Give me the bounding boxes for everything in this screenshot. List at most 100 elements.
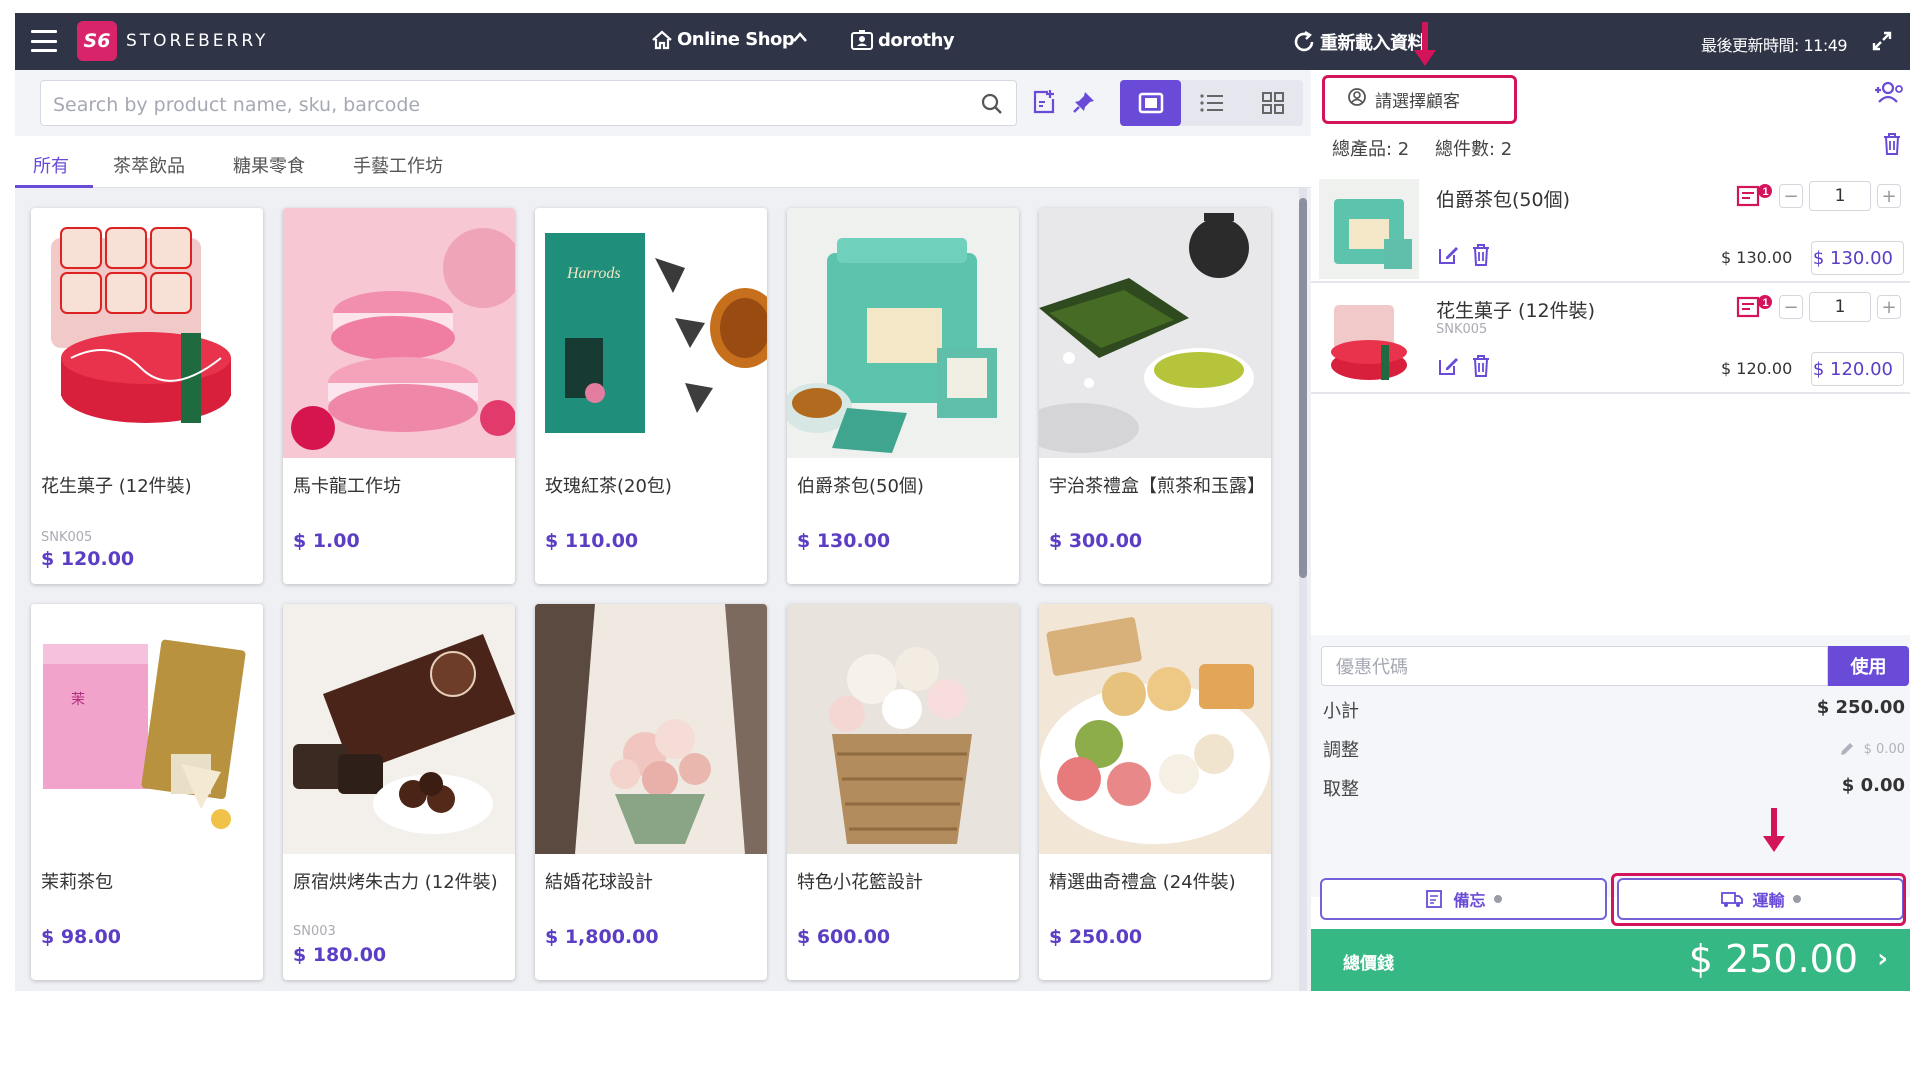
- product-name: 玫瑰紅茶(20包): [545, 476, 672, 497]
- cart-item-total-field[interactable]: $ 130.00: [1811, 241, 1904, 275]
- product-scrollbar[interactable]: [1299, 188, 1307, 991]
- down-arrow-icon: [1763, 808, 1785, 852]
- shop-name: Online Shop: [677, 29, 795, 50]
- add-note-icon[interactable]: [1026, 84, 1062, 120]
- search-input[interactable]: Search by product name, sku, barcode: [40, 80, 1017, 126]
- product-card[interactable]: 茉 茉莉茶包 $ 98.00: [31, 604, 263, 980]
- tab-all[interactable]: 所有: [33, 152, 69, 178]
- menu-icon[interactable]: [31, 30, 57, 52]
- product-card[interactable]: Harrods 玫瑰紅茶(20包) $ 110.00: [535, 208, 767, 584]
- product-price: $ 1,800.00: [545, 926, 659, 948]
- search-row: Search by product name, sku, barcode: [15, 70, 1311, 136]
- tab-snacks[interactable]: 糖果零食: [233, 152, 305, 178]
- clear-cart-icon[interactable]: [1881, 132, 1903, 160]
- product-image: [283, 208, 515, 458]
- adjust-value-group[interactable]: $ 0.00: [1838, 736, 1905, 762]
- reload-button[interactable]: 重新載入資料: [1292, 29, 1426, 55]
- list-view-button[interactable]: [1181, 80, 1242, 126]
- down-arrow-icon: [1414, 22, 1436, 66]
- delete-icon[interactable]: [1470, 354, 1492, 382]
- user-badge-icon: [850, 29, 874, 51]
- search-icon[interactable]: [980, 92, 1004, 120]
- tab-tea[interactable]: 茶萃飲品: [113, 152, 185, 178]
- apply-coupon-button[interactable]: 使用: [1828, 646, 1909, 686]
- pin-icon[interactable]: [1066, 84, 1102, 120]
- user-name: dorothy: [878, 29, 955, 51]
- product-image: [283, 604, 515, 854]
- product-card[interactable]: 精選曲奇禮盒 (24件裝) $ 250.00: [1039, 604, 1271, 980]
- product-card[interactable]: 特色小花籃設計 $ 600.00: [787, 604, 1019, 980]
- product-card[interactable]: 宇治茶禮盒【煎茶和玉露】 $ 300.00: [1039, 208, 1271, 584]
- quantity-stepper: − 1 +: [1779, 181, 1901, 211]
- scrollbar-thumb[interactable]: [1299, 198, 1307, 578]
- cart-item-actions: [1436, 354, 1492, 382]
- discount-tag-icon[interactable]: 1: [1736, 183, 1774, 213]
- user-selector[interactable]: dorothy: [850, 29, 955, 51]
- memo-label: 備忘: [1453, 891, 1486, 910]
- chevron-up-icon[interactable]: [792, 31, 808, 43]
- rounding-label: 取整: [1323, 779, 1359, 800]
- increase-qty-button[interactable]: +: [1877, 184, 1901, 208]
- cart-item-image: [1319, 179, 1419, 279]
- product-name: 結婚花球設計: [545, 872, 653, 893]
- product-image: [535, 604, 767, 854]
- decrease-qty-button[interactable]: −: [1779, 295, 1803, 319]
- product-card[interactable]: 花生菓子 (12件裝) SNK005 $ 120.00: [31, 208, 263, 584]
- product-name: 原宿烘烤朱古力 (12件裝): [293, 872, 498, 893]
- select-customer-button[interactable]: 請選擇顧客: [1322, 75, 1517, 124]
- cart-item-total-field[interactable]: $ 120.00: [1811, 352, 1904, 386]
- product-sku: SNK005: [41, 530, 93, 545]
- grid-view-button[interactable]: [1242, 80, 1303, 126]
- customer-label: 請選擇顧客: [1375, 92, 1460, 112]
- edit-icon[interactable]: [1436, 354, 1460, 382]
- memo-button[interactable]: 備忘: [1320, 878, 1607, 920]
- brand-name: STOREBERRY: [126, 31, 269, 51]
- decrease-qty-button[interactable]: −: [1779, 184, 1803, 208]
- top-bar: S6 STOREBERRY Online Shop dorothy 重新載入資料…: [15, 13, 1910, 70]
- grid-icon: [1261, 92, 1284, 114]
- shop-selector[interactable]: Online Shop: [651, 29, 795, 50]
- product-price: $ 1.00: [293, 530, 360, 552]
- product-name: 茉莉茶包: [41, 872, 113, 893]
- chevron-right-icon: ›: [1877, 944, 1888, 974]
- edit-icon[interactable]: [1436, 243, 1460, 271]
- checkout-bar[interactable]: 總價錢 $ 250.00 ›: [1311, 929, 1910, 991]
- order-summary: 優惠代碼 使用 小計 $ 250.00 調整 $ 0.00 取整 $ 0.00: [1311, 635, 1910, 897]
- product-price: $ 98.00: [41, 926, 121, 948]
- cart-item-actions: [1436, 243, 1492, 271]
- single-view-button[interactable]: [1120, 80, 1181, 126]
- quantity-value[interactable]: 1: [1809, 292, 1871, 322]
- cart-item: 花生菓子 (12件裝) SNK005 1 − 1 + $ 120.00 $ 12…: [1311, 284, 1910, 394]
- card-view-icon: [1138, 92, 1163, 114]
- cart-item-unit-price: $ 130.00: [1721, 248, 1793, 267]
- product-price: $ 600.00: [797, 926, 891, 948]
- product-grid: 花生菓子 (12件裝) SNK005 $ 120.00 馬卡龍工作坊 $ 1.0…: [15, 188, 1311, 991]
- coupon-input[interactable]: 優惠代碼: [1321, 646, 1828, 686]
- subtotal-label: 小計: [1323, 701, 1359, 722]
- product-card[interactable]: 原宿烘烤朱古力 (12件裝) SN003 $ 180.00: [283, 604, 515, 980]
- storeberry-logo: S6: [77, 21, 117, 61]
- last-update: 最後更新時間: 11:49: [1701, 36, 1848, 55]
- product-name: 花生菓子 (12件裝): [41, 476, 192, 497]
- product-image: [1039, 604, 1271, 854]
- product-card[interactable]: 馬卡龍工作坊 $ 1.00: [283, 208, 515, 584]
- product-name: 精選曲奇禮盒 (24件裝): [1049, 872, 1236, 893]
- product-price: $ 250.00: [1049, 926, 1143, 948]
- product-card[interactable]: 伯爵茶包(50個) $ 130.00: [787, 208, 1019, 584]
- memo-status-dot: [1493, 895, 1502, 903]
- tab-workshop[interactable]: 手藝工作坊: [353, 152, 443, 178]
- quantity-value[interactable]: 1: [1809, 181, 1871, 211]
- subtotal-row: 小計 $ 250.00: [1323, 697, 1905, 723]
- product-card[interactable]: 結婚花球設計 $ 1,800.00: [535, 604, 767, 980]
- subtotal-value: $ 250.00: [1816, 697, 1905, 718]
- increase-qty-button[interactable]: +: [1877, 295, 1901, 319]
- quantity-stepper: − 1 +: [1779, 292, 1901, 322]
- total-products: 總產品: 2: [1332, 139, 1410, 160]
- discount-tag-icon[interactable]: 1: [1736, 294, 1774, 324]
- fullscreen-icon[interactable]: [1870, 29, 1894, 53]
- delete-icon[interactable]: [1470, 243, 1492, 271]
- cart-panel: 請選擇顧客 總產品: 2 總件數: 2 伯爵茶包(50個) 1 − 1 + $ …: [1311, 70, 1910, 991]
- product-name: 宇治茶禮盒【煎茶和玉露】: [1049, 476, 1265, 497]
- search-placeholder: Search by product name, sku, barcode: [53, 94, 421, 116]
- add-customer-icon[interactable]: [1871, 80, 1905, 110]
